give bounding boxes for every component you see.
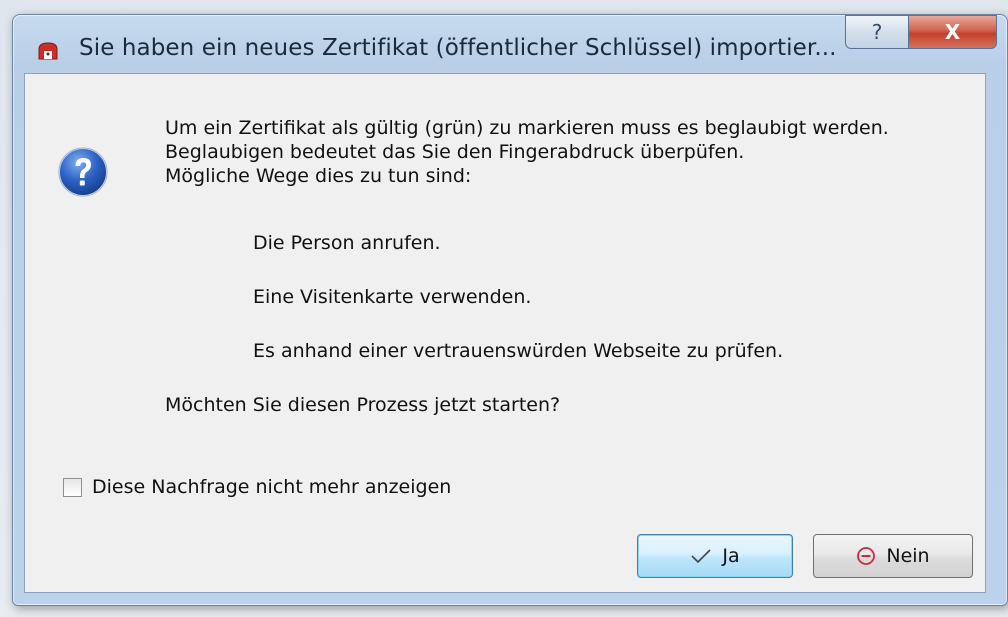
checkmark-icon	[690, 548, 712, 564]
caption-buttons: ? X	[845, 15, 997, 51]
option-trusted-website: Es anhand einer vertrauenswürden Webseit…	[253, 340, 784, 362]
title-bar[interactable]: Sie haben ein neues Zertifikat (öffentli…	[13, 15, 1007, 71]
message-line: Um ein Zertifikat als gültig (grün) zu m…	[165, 117, 889, 139]
close-icon: X	[944, 20, 961, 44]
dialog-title: Sie haben ein neues Zertifikat (öffentli…	[79, 35, 837, 61]
dialog-client-area: Um ein Zertifikat als gültig (grün) zu m…	[24, 73, 986, 593]
option-business-card: Eine Visitenkarte verwenden.	[253, 286, 532, 308]
help-button[interactable]: ?	[845, 15, 909, 49]
yes-button-label: Ja	[722, 545, 740, 567]
dont-ask-again-row[interactable]: Diese Nachfrage nicht mehr anzeigen	[63, 476, 451, 498]
app-icon	[37, 41, 59, 61]
dialog-window: Sie haben ein neues Zertifikat (öffentli…	[12, 14, 1008, 606]
no-button-label: Nein	[886, 545, 930, 567]
no-button[interactable]: Nein	[813, 534, 973, 578]
dont-ask-again-label[interactable]: Diese Nachfrage nicht mehr anzeigen	[92, 476, 451, 498]
cancel-circle-icon	[856, 546, 876, 566]
message-text: Um ein Zertifikat als gültig (grün) zu m…	[165, 116, 889, 188]
message-line: Mögliche Wege dies zu tun sind:	[165, 165, 472, 187]
message-line: Beglaubigen bedeutet das Sie den Fingera…	[165, 141, 745, 163]
yes-button[interactable]: Ja	[637, 534, 793, 578]
question-icon	[57, 146, 109, 198]
question-text: Möchten Sie diesen Prozess jetzt starten…	[165, 394, 561, 416]
close-button[interactable]: X	[909, 15, 997, 49]
help-icon: ?	[871, 20, 883, 44]
dont-ask-again-checkbox[interactable]	[63, 477, 82, 497]
option-call-person: Die Person anrufen.	[253, 232, 441, 254]
